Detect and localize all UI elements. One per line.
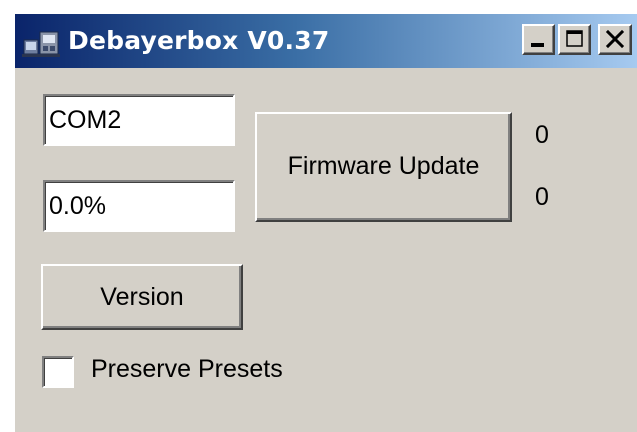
- firmware-update-button[interactable]: Firmware Update: [255, 112, 512, 222]
- preserve-presets-checkbox[interactable]: [42, 356, 74, 388]
- com-port-field[interactable]: COM2: [43, 94, 235, 146]
- maximize-button[interactable]: [558, 24, 591, 55]
- app-icon[interactable]: [22, 26, 62, 58]
- counter-value-1: 0: [535, 121, 549, 149]
- close-icon: [605, 29, 625, 49]
- title-bar[interactable]: Debayerbox V0.37: [15, 14, 637, 70]
- close-button[interactable]: [598, 24, 632, 55]
- counter-value-2: 0: [535, 183, 549, 211]
- minimize-button[interactable]: [522, 24, 555, 55]
- minimize-icon: [531, 43, 544, 47]
- app-window: Debayerbox V0.37 COM2 0.0% Firmware Upda…: [13, 12, 637, 432]
- maximize-icon: [566, 30, 583, 47]
- version-button[interactable]: Version: [41, 264, 243, 330]
- progress-field[interactable]: 0.0%: [43, 180, 235, 232]
- preserve-presets-label[interactable]: Preserve Presets: [91, 354, 283, 384]
- window-title: Debayerbox V0.37: [68, 26, 330, 55]
